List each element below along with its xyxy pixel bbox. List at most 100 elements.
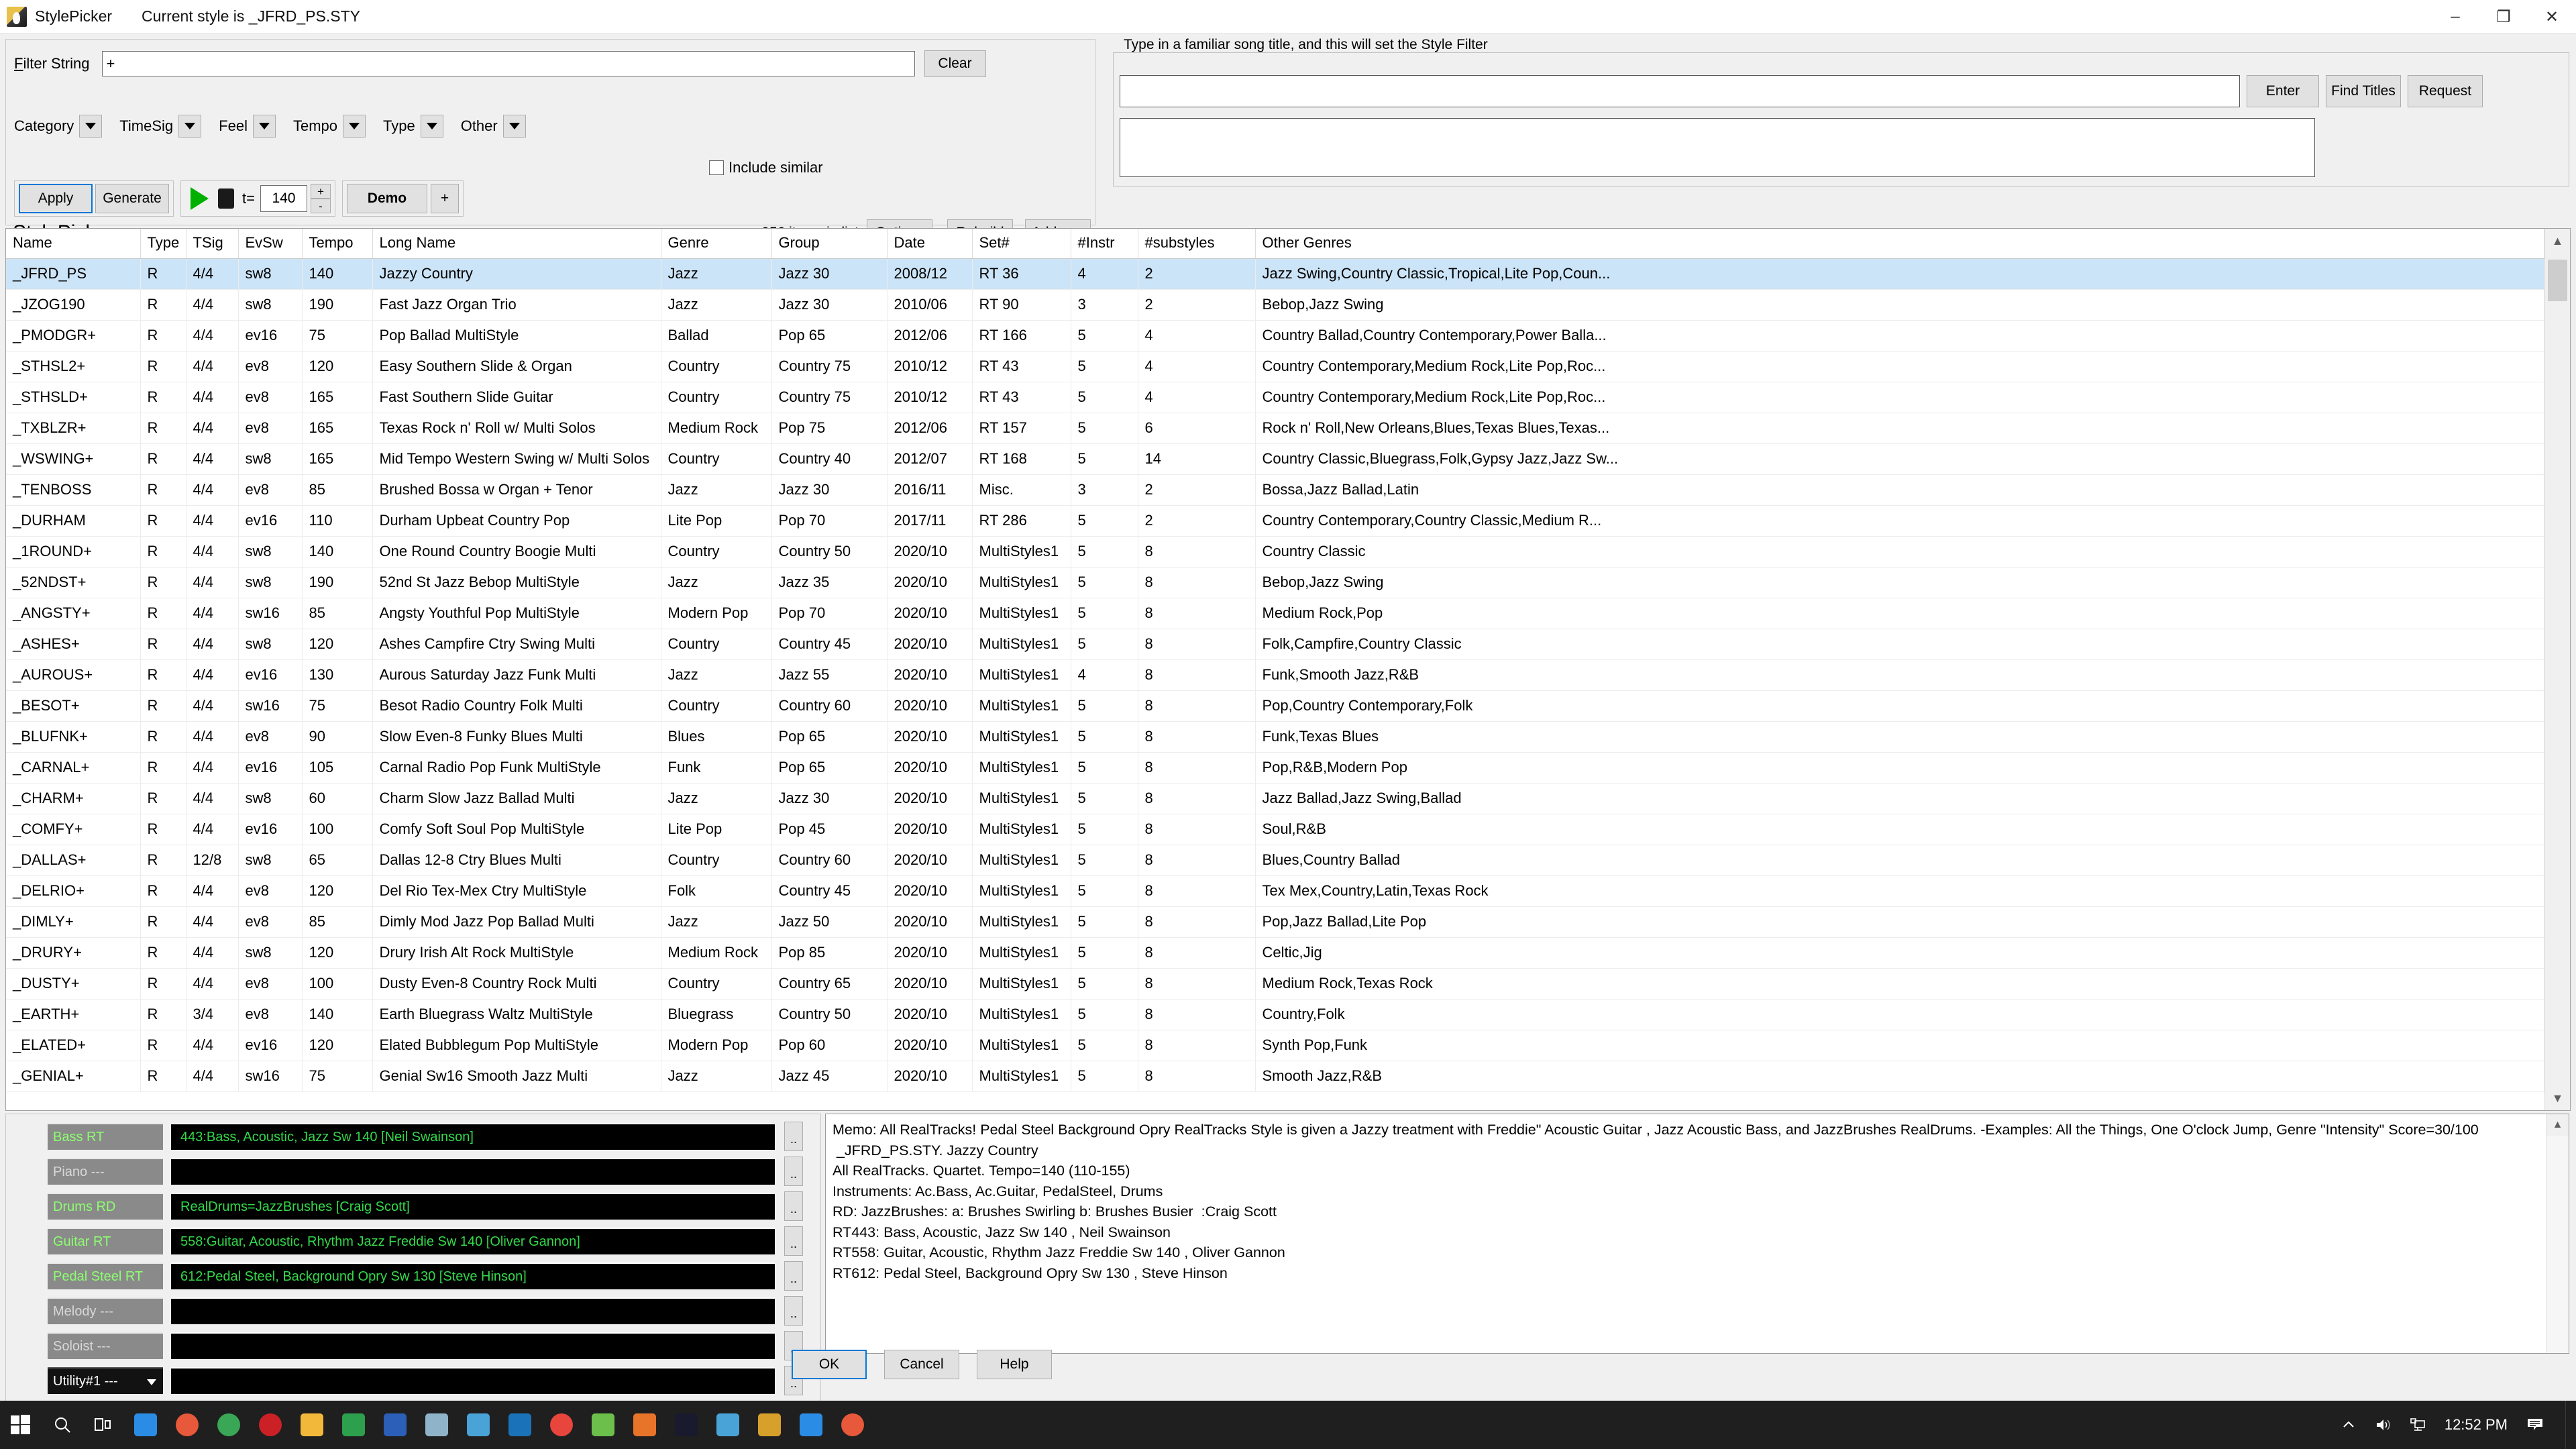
request-button[interactable]: Request — [2408, 75, 2483, 107]
memo-vertical-scrollbar[interactable]: ▲ — [2546, 1114, 2569, 1353]
filter-string-input[interactable] — [101, 51, 915, 76]
scroll-down-icon[interactable]: ▼ — [2545, 1086, 2570, 1110]
table-row[interactable]: _STHSL2+ R 4/4 ev8 120 Easy Southern Slide & … — [6, 351, 2544, 382]
table-row[interactable]: _ELATED+ R 4/4 ev16 120 Elated Bubblegum Pop … — [6, 1030, 2544, 1061]
song-filter-results-box[interactable] — [1120, 118, 2315, 177]
enter-button[interactable]: Enter — [2247, 75, 2319, 107]
find-titles-button[interactable]: Find Titles — [2326, 75, 2401, 107]
table-row[interactable]: _JFRD_PS R 4/4 sw8 140 Jazzy Country Jazz Jazz … — [6, 258, 2544, 290]
track-value-field[interactable] — [171, 1297, 775, 1324]
table-row[interactable]: _DALLAS+ R 12/8 sw8 65 Dallas 12-8 Ctry Blues… — [6, 845, 2544, 876]
help-button[interactable]: Help — [977, 1350, 1052, 1379]
taskbar-app-icon[interactable] — [374, 1401, 416, 1449]
taskbar-app-icon[interactable] — [832, 1401, 873, 1449]
column-header-substyles[interactable]: #substyles — [1138, 229, 1256, 259]
stop-icon[interactable] — [218, 189, 234, 209]
table-row[interactable]: _GENIAL+ R 4/4 sw16 75 Genial Sw16 Smooth Jaz… — [6, 1061, 2544, 1092]
scroll-up-icon[interactable]: ▲ — [2545, 229, 2570, 253]
column-header-type[interactable]: Type — [140, 229, 186, 259]
track-label-button[interactable]: Melody --- — [48, 1297, 163, 1324]
chevron-down-icon[interactable] — [343, 115, 366, 138]
track-label-button[interactable]: Utility#1 --- — [48, 1367, 163, 1394]
taskbar-app-icon[interactable] — [166, 1401, 208, 1449]
scrollbar-track[interactable] — [2545, 253, 2570, 1086]
column-header-long-name[interactable]: Long Name — [372, 229, 661, 259]
taskbar-app-icon[interactable] — [416, 1401, 458, 1449]
column-header-instr[interactable]: #Instr — [1071, 229, 1138, 259]
grid-vertical-scrollbar[interactable]: ▲ ▼ — [2544, 229, 2570, 1110]
taskbar-app-icon[interactable] — [208, 1401, 250, 1449]
network-icon[interactable] — [2410, 1417, 2426, 1433]
table-row[interactable]: _CARNAL+ R 4/4 ev16 105 Carnal Radio Pop Funk… — [6, 752, 2544, 784]
generate-button[interactable]: Generate — [95, 184, 169, 213]
memo-panel[interactable]: Memo: All RealTracks! Pedal Steel Backgr… — [825, 1114, 2569, 1354]
chevron-down-icon[interactable] — [252, 115, 276, 138]
column-header-genre[interactable]: Genre — [661, 229, 772, 259]
table-row[interactable]: _DURHAM R 4/4 ev16 110 Durham Upbeat Country … — [6, 505, 2544, 537]
table-row[interactable]: _AUROUS+ R 4/4 ev16 130 Aurous Saturday Jazz … — [6, 659, 2544, 691]
show-desktop-button[interactable] — [2565, 1401, 2576, 1449]
maximize-icon[interactable]: ❐ — [2479, 0, 2528, 34]
taskbar-app-icon[interactable] — [624, 1401, 665, 1449]
tempo-increment-button[interactable]: + — [310, 184, 331, 199]
dropdown-feel[interactable]: Feel — [219, 115, 276, 138]
column-header-set[interactable]: Set# — [972, 229, 1071, 259]
table-row[interactable]: _BESOT+ R 4/4 sw16 75 Besot Radio Country Fol… — [6, 690, 2544, 722]
table-row[interactable]: _CHARM+ R 4/4 sw8 60 Charm Slow Jazz Ballad M… — [6, 783, 2544, 814]
table-row[interactable]: _DUSTY+ R 4/4 ev8 100 Dusty Even-8 Country Ro… — [6, 968, 2544, 1000]
checkbox-box[interactable] — [709, 160, 724, 175]
dropdown-category[interactable]: Category — [14, 115, 103, 138]
demo-button[interactable]: Demo — [346, 184, 427, 213]
play-icon[interactable] — [191, 187, 209, 210]
table-row[interactable]: _COMFY+ R 4/4 ev16 100 Comfy Soft Soul Pop Mu… — [6, 814, 2544, 845]
table-row[interactable]: _ANGSTY+ R 4/4 sw16 85 Angsty Youthful Pop Mu… — [6, 598, 2544, 629]
scroll-up-icon[interactable]: ▲ — [2546, 1114, 2569, 1136]
track-value-field[interactable]: RealDrums=JazzBrushes [Craig Scott] — [171, 1193, 775, 1220]
table-row[interactable]: _WSWING+ R 4/4 sw8 165 Mid Tempo Western Swin… — [6, 443, 2544, 475]
dropdown-type[interactable]: Type — [383, 115, 443, 138]
apply-button[interactable]: Apply — [19, 184, 93, 213]
column-header-date[interactable]: Date — [887, 229, 973, 259]
track-label-button[interactable]: Piano --- — [48, 1158, 163, 1185]
taskbar-app-icon[interactable] — [790, 1401, 832, 1449]
track-browse-button[interactable]: .. — [784, 1157, 803, 1186]
close-icon[interactable]: ✕ — [2528, 0, 2576, 34]
dropdown-other[interactable]: Other — [461, 115, 526, 138]
cancel-button[interactable]: Cancel — [884, 1350, 959, 1379]
start-button[interactable] — [0, 1401, 42, 1449]
track-value-field[interactable]: 443:Bass, Acoustic, Jazz Sw 140 [Neil Sw… — [171, 1123, 775, 1150]
table-row[interactable]: _TXBLZR+ R 4/4 ev8 165 Texas Rock n' Roll w/ … — [6, 413, 2544, 444]
scrollbar-thumb[interactable] — [2548, 260, 2567, 301]
table-row[interactable]: _DIMLY+ R 4/4 ev8 85 Dimly Mod Jazz Pop Balla… — [6, 906, 2544, 938]
column-header-tempo[interactable]: Tempo — [302, 229, 373, 259]
track-label-button[interactable]: Pedal Steel RT — [48, 1263, 163, 1289]
track-label-button[interactable]: Drums RD — [48, 1193, 163, 1220]
table-row[interactable]: _ASHES+ R 4/4 sw8 120 Ashes Campfire Ctry Swi… — [6, 629, 2544, 660]
table-row[interactable]: _TENBOSS R 4/4 ev8 85 Brushed Bossa w Organ +… — [6, 474, 2544, 506]
ok-button[interactable]: OK — [792, 1350, 867, 1379]
taskbar-app-icon[interactable] — [250, 1401, 291, 1449]
column-header-tsig[interactable]: TSig — [186, 229, 239, 259]
table-row[interactable]: _BLUFNK+ R 4/4 ev8 90 Slow Even-8 Funky Blues… — [6, 721, 2544, 753]
taskbar-app-icon[interactable] — [333, 1401, 374, 1449]
track-value-field[interactable] — [171, 1332, 775, 1359]
track-browse-button[interactable]: .. — [784, 1296, 803, 1326]
table-row[interactable]: _DELRIO+ R 4/4 ev8 120 Del Rio Tex-Mex Ctry M… — [6, 875, 2544, 907]
chevron-down-icon[interactable] — [420, 115, 443, 138]
taskbar-app-icon[interactable] — [582, 1401, 624, 1449]
table-row[interactable]: _52NDST+ R 4/4 sw8 190 52nd St Jazz Bebop Mul… — [6, 567, 2544, 598]
search-icon[interactable] — [42, 1401, 83, 1449]
chevron-down-icon[interactable] — [502, 115, 526, 138]
chevron-down-icon[interactable] — [79, 115, 103, 138]
track-value-field[interactable] — [171, 1158, 775, 1185]
track-browse-button[interactable]: .. — [784, 1191, 803, 1221]
column-header-group[interactable]: Group — [771, 229, 888, 259]
table-row[interactable]: _STHSLD+ R 4/4 ev8 165 Fast Southern Slide Gu… — [6, 382, 2544, 413]
taskbar-app-icon[interactable] — [458, 1401, 499, 1449]
table-row[interactable]: _JZOG190 R 4/4 sw8 190 Fast Jazz Organ Trio Ja… — [6, 289, 2544, 321]
column-header-evsw[interactable]: EvSw — [238, 229, 303, 259]
track-browse-button[interactable]: .. — [784, 1226, 803, 1256]
taskbar-app-icon[interactable] — [541, 1401, 582, 1449]
tempo-input[interactable] — [260, 185, 307, 212]
taskbar-app-icon[interactable] — [707, 1401, 749, 1449]
